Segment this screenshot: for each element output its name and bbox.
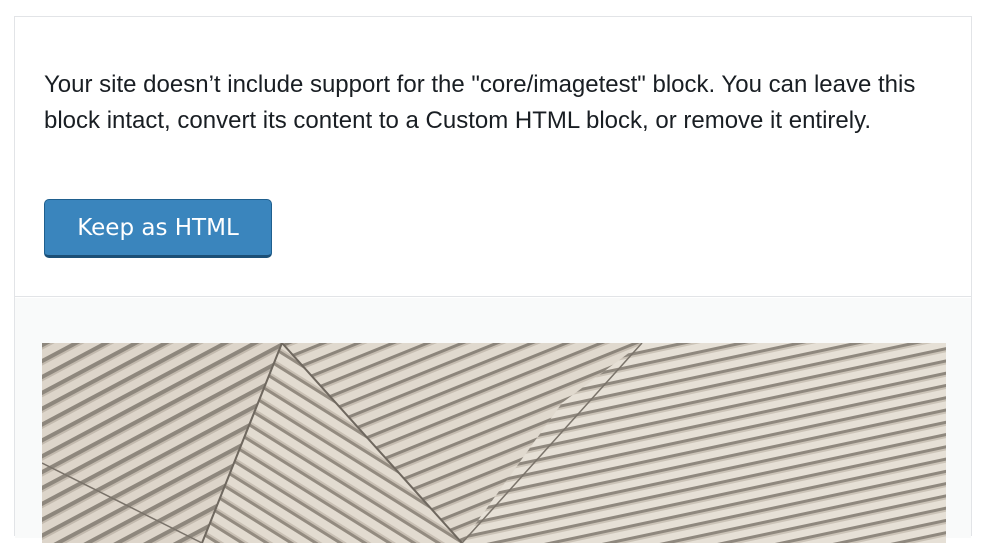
warning-message: Your site doesn’t include support for th…: [44, 71, 916, 134]
block-preview: [15, 298, 971, 543]
wood-pattern-image: [42, 343, 946, 543]
invalid-block-wrapper: Your site doesn’t include support for th…: [14, 16, 972, 543]
block-warning: Your site doesn’t include support for th…: [15, 17, 971, 297]
keep-as-html-button[interactable]: Keep as HTML: [44, 199, 272, 258]
preview-image: [42, 343, 946, 543]
